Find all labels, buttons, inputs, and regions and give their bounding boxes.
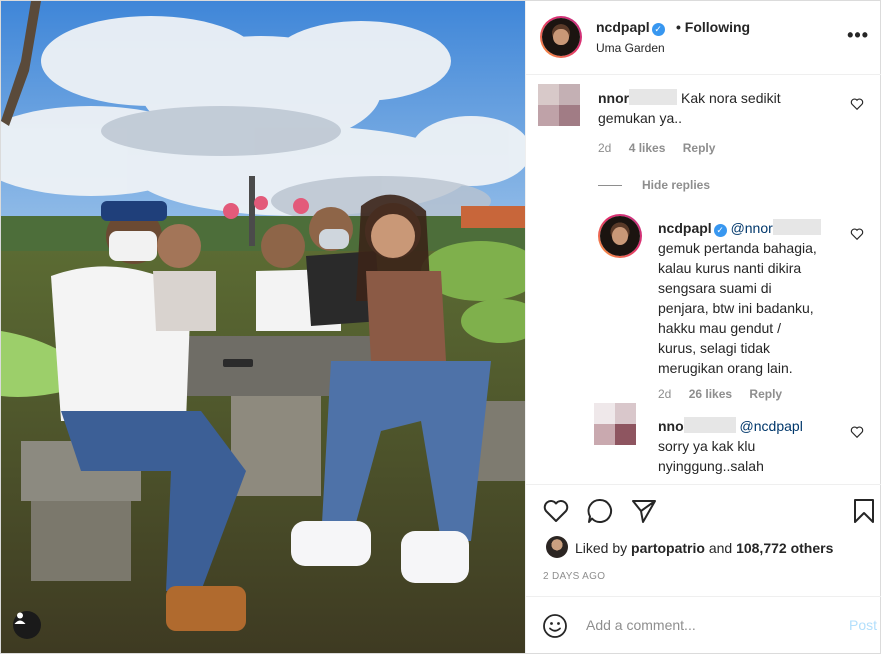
like-comment-heart-icon[interactable] [850,227,864,241]
post-location[interactable]: Uma Garden [596,41,665,55]
post-date[interactable]: 2 DAYS AGO [543,571,605,582]
reply-meta: 2d 26 likes Reply [658,387,796,401]
comments-list[interactable]: nnor Kak nora sedikit gemukan ya.. 2d 4 … [526,76,881,484]
like-comment-heart-icon[interactable] [850,425,864,439]
redacted-name [772,219,821,235]
redacted-name [683,417,736,433]
reply-body: nno @ncdpapl sorry ya kak klu nyinggung.… [658,416,848,476]
reply-line: penjara, btw ini badanku, [658,300,814,316]
reply-line: sorry ya kak klu [658,438,756,454]
likes-count[interactable]: 108,772 others [736,540,833,556]
add-comment-bar: Post [526,596,881,653]
share-send-icon[interactable] [630,497,658,525]
reply-line: sengsara suami di [658,280,772,296]
reply-body: ncdpapl ✓ @nnor gemuk pertanda bahagia, k… [658,218,848,378]
reply-line: kurus, selagi tidak [658,340,771,356]
post-actions: Liked by partopatrio and 108,772 others … [526,484,881,596]
likes-summary: Liked by partopatrio and 108,772 others [575,540,833,556]
hide-replies-button[interactable]: Hide replies [642,178,710,192]
like-comment-heart-icon[interactable] [850,97,864,111]
emoji-smile-icon[interactable] [542,613,568,639]
reply-age: 2d [658,387,672,401]
reply-line: kalau kurus nanti dikira [658,260,802,276]
reply-username[interactable]: ncdpapl [658,220,712,236]
likes-and: and [708,540,733,556]
reply-line: nyinggung..salah [658,458,764,474]
avatar[interactable] [540,16,582,58]
hide-replies-line [598,185,622,186]
post-comment-button[interactable]: Post [849,617,877,633]
comment-age: 2d [598,141,612,155]
post-username[interactable]: ncdpapl [596,19,650,35]
commenter-avatar[interactable] [538,84,580,126]
comment-body: nnor Kak nora sedikit gemukan ya.. [598,88,838,128]
reply-likes[interactable]: 26 likes [689,387,732,401]
reply-button[interactable]: Reply [749,387,782,401]
reply-username[interactable]: nno [658,418,684,434]
redacted-name [629,89,678,105]
comment-likes[interactable]: 4 likes [629,141,666,155]
comment-meta: 2d 4 likes Reply [598,141,729,155]
post-header: ncdpapl ✓ • Following Uma Garden ••• [526,1,881,75]
tagged-people-button[interactable] [13,611,41,639]
comment-bubble-icon[interactable] [586,497,614,525]
verified-badge-icon: ✓ [713,224,727,237]
post-viewer: ncdpapl ✓ • Following Uma Garden ••• nnor… [0,0,881,654]
reply-line: gemuk pertanda bahagia, [658,240,817,256]
post-photo[interactable] [1,1,525,653]
post-username-row: ncdpapl ✓ [596,19,665,36]
post-sidebar: ncdpapl ✓ • Following Uma Garden ••• nnor… [525,1,881,653]
reply-mention[interactable]: @nnor [731,220,773,236]
reply-line: merugikan orang lain. [658,360,793,376]
verified-badge-icon: ✓ [651,23,665,36]
reply-line: hakku mau gendut / [658,320,781,336]
user-icon [14,612,26,624]
add-comment-input[interactable] [586,614,826,636]
commenter-avatar[interactable] [594,403,636,445]
comment-username[interactable]: nnor [598,90,629,106]
following-button[interactable]: • Following [676,19,750,35]
reply-avatar[interactable] [598,214,642,258]
more-options-icon[interactable]: ••• [847,25,869,46]
liker-avatar[interactable] [546,536,568,558]
photo-scene [1,1,525,653]
save-bookmark-icon[interactable] [850,497,878,525]
like-heart-icon[interactable] [542,497,570,525]
reply-mention[interactable]: @ncdpapl [740,418,803,434]
reply-button[interactable]: Reply [683,141,716,155]
liker-username[interactable]: partopatrio [631,540,705,556]
likes-prefix: Liked by [575,540,628,556]
